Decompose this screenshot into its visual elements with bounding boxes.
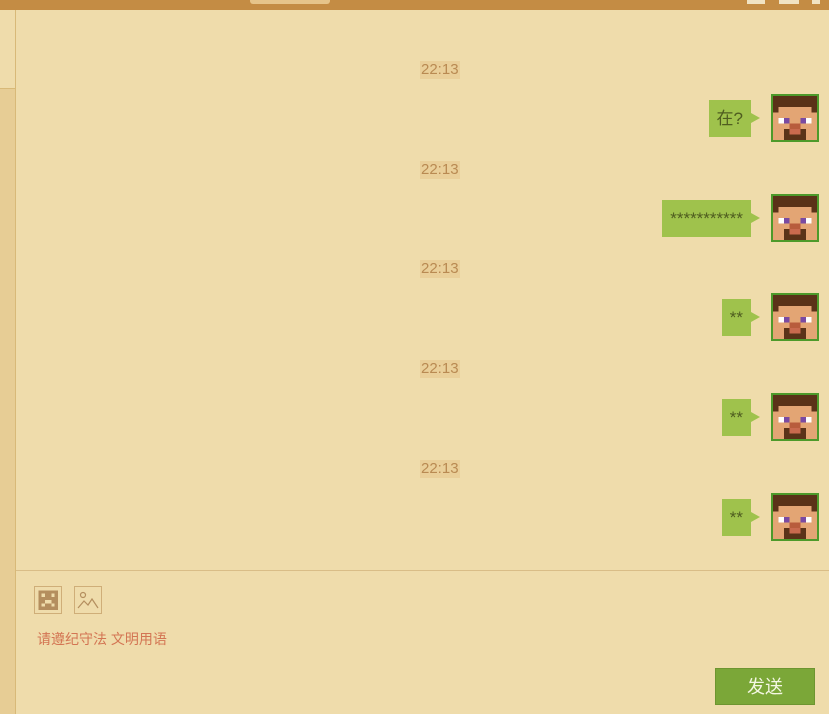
chat-message: **: [419, 493, 819, 545]
maximize-icon[interactable]: [779, 0, 799, 4]
chat-message: ***********: [419, 194, 819, 246]
message-bubble[interactable]: ***********: [662, 200, 760, 237]
message-bubble[interactable]: **: [721, 499, 761, 536]
creeper-face-icon: [38, 590, 58, 610]
emoji-button[interactable]: [34, 586, 62, 614]
avatar[interactable]: [771, 393, 819, 441]
avatar[interactable]: [771, 94, 819, 142]
composer-notice: 请遵纪守法 文明用语: [37, 631, 167, 647]
window-title: [250, 0, 330, 4]
avatar[interactable]: [771, 493, 819, 541]
message-bubble[interactable]: 在?: [708, 100, 761, 137]
window-title-bar: [0, 0, 829, 10]
send-button[interactable]: 发送: [715, 668, 815, 705]
avatar[interactable]: [771, 293, 819, 341]
message-timestamp: 22:13: [420, 460, 460, 478]
message-timestamp: 22:13: [420, 360, 460, 378]
image-button[interactable]: [74, 586, 102, 614]
chat-history[interactable]: 22:13 在? 22:13 *********** 22:13 ** 22:1…: [16, 10, 829, 570]
close-icon[interactable]: [812, 0, 820, 4]
minimize-icon[interactable]: [747, 0, 765, 4]
message-timestamp: 22:13: [420, 61, 460, 79]
message-timestamp: 22:13: [420, 161, 460, 179]
chat-message: **: [419, 393, 819, 445]
message-bubble[interactable]: **: [721, 299, 761, 336]
sidebar: [0, 10, 16, 714]
image-icon: [77, 591, 99, 609]
composer-divider: [16, 570, 829, 571]
chat-message: 在?: [419, 94, 819, 146]
sidebar-header: [0, 10, 15, 89]
chat-message: **: [419, 293, 819, 345]
avatar[interactable]: [771, 194, 819, 242]
message-bubble[interactable]: **: [721, 399, 761, 436]
message-timestamp: 22:13: [420, 260, 460, 278]
